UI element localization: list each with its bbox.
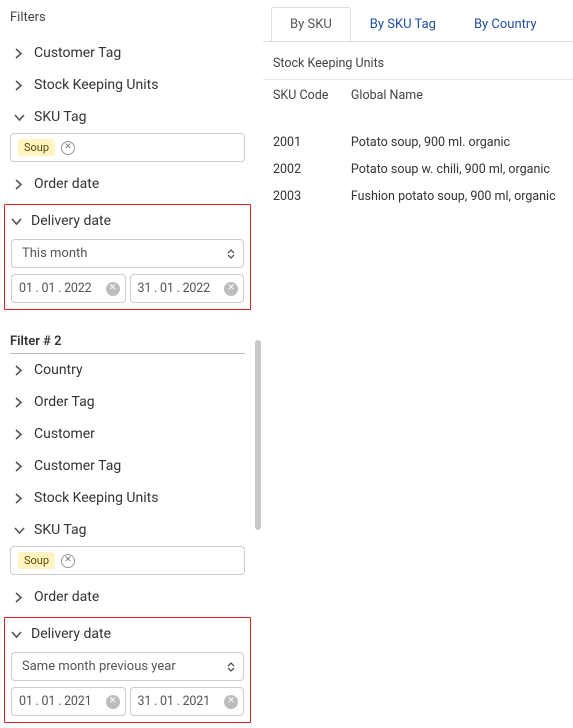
chevron-down-icon: [11, 630, 25, 639]
filter-section-2-header: Filter # 2: [10, 334, 245, 354]
filter-label: Country: [34, 362, 83, 378]
filter-customer-tag[interactable]: Customer Tag: [10, 37, 245, 69]
tag-chip-soup[interactable]: Soup: [18, 139, 55, 156]
filter-label: Delivery date: [31, 626, 111, 642]
delivery-date-highlight: Delivery date This month 01 . 01 . 2022 …: [4, 204, 251, 310]
filter-customer[interactable]: Customer: [10, 418, 245, 450]
select-caret-icon: [227, 249, 235, 259]
filter-label: SKU Tag: [34, 109, 86, 125]
filter-order-tag[interactable]: Order Tag: [10, 386, 245, 418]
table-row[interactable]: 2002 Potato soup w. chili, 900 ml, organ…: [263, 156, 573, 183]
filter-order-date[interactable]: Order date: [10, 168, 245, 200]
filters-title: Filters: [10, 10, 245, 25]
filter-country[interactable]: Country: [10, 354, 245, 386]
date-to-input[interactable]: 31 . 01 . 2022 ✕: [130, 274, 245, 303]
date-from-input-2[interactable]: 01 . 01 . 2021 ✕: [11, 687, 126, 716]
filter-label: Customer Tag: [34, 45, 121, 61]
date-value: 01 . 01 . 2021: [19, 694, 91, 709]
filter-customer-tag-2[interactable]: Customer Tag: [10, 450, 245, 482]
table-title: Stock Keeping Units: [263, 42, 573, 79]
main-panel: By SKU By SKU Tag By Country By Stock Ke…: [263, 0, 573, 728]
sku-tag-input-2[interactable]: Soup ✕: [10, 546, 245, 575]
col-sku-code[interactable]: SKU Code: [263, 80, 341, 130]
filter-label: Delivery date: [31, 213, 111, 229]
clear-icon[interactable]: ✕: [224, 695, 238, 709]
tabs-bar: By SKU By SKU Tag By Country By: [263, 6, 573, 42]
chevron-right-icon: [14, 461, 28, 472]
tab-by-country[interactable]: By Country: [455, 7, 556, 42]
table-header-row: SKU Code Global Name: [263, 80, 573, 130]
tab-by-sku[interactable]: By SKU: [271, 7, 351, 42]
date-value: 31 . 01 . 2021: [138, 694, 210, 709]
chevron-right-icon: [14, 48, 28, 59]
chevron-right-icon: [14, 493, 28, 504]
select-caret-icon: [227, 662, 235, 672]
tag-chip-soup-2[interactable]: Soup: [18, 552, 55, 569]
chevron-right-icon: [14, 397, 28, 408]
filter-label: Order Tag: [34, 394, 95, 410]
tab-by-sku-tag[interactable]: By SKU Tag: [351, 7, 455, 42]
select-value: Same month previous year: [22, 659, 176, 674]
filter-sku-tag-2[interactable]: SKU Tag: [10, 514, 245, 546]
filter-sku-2[interactable]: Stock Keeping Units: [10, 482, 245, 514]
chevron-down-icon: [14, 113, 28, 122]
filter-order-date-2[interactable]: Order date: [10, 581, 245, 613]
chevron-down-icon: [14, 526, 28, 535]
cell-code: 2003: [263, 183, 341, 210]
date-value: 31 . 01 . 2022: [138, 281, 210, 296]
table-row[interactable]: 2001 Potato soup, 900 ml. organic: [263, 129, 573, 156]
clear-icon[interactable]: ✕: [61, 141, 75, 155]
filter-delivery-date-2[interactable]: Delivery date: [11, 618, 244, 650]
cell-name: Potato soup w. chili, 900 ml, organic: [341, 156, 573, 183]
chevron-down-icon: [11, 217, 25, 226]
filters-sidebar: Filters Customer Tag Stock Keeping Units…: [0, 0, 255, 728]
cell-name: Fushion potato soup, 900 ml, organic: [341, 183, 573, 210]
select-value: This month: [22, 246, 87, 261]
cell-code: 2001: [263, 129, 341, 156]
sku-table: SKU Code Global Name 2001 Potato soup, 9…: [263, 79, 573, 210]
cell-name: Potato soup, 900 ml. organic: [341, 129, 573, 156]
filter-label: Stock Keeping Units: [34, 77, 158, 93]
filter-label: Stock Keeping Units: [34, 490, 158, 506]
delivery-date-highlight-2: Delivery date Same month previous year 0…: [4, 617, 251, 723]
filter-label: Customer Tag: [34, 458, 121, 474]
chevron-right-icon: [14, 179, 28, 190]
date-to-input-2[interactable]: 31 . 01 . 2021 ✕: [130, 687, 245, 716]
chevron-right-icon: [14, 365, 28, 376]
filter-sku[interactable]: Stock Keeping Units: [10, 69, 245, 101]
clear-icon[interactable]: ✕: [224, 282, 238, 296]
delivery-preset-select-2[interactable]: Same month previous year: [11, 652, 244, 681]
clear-icon[interactable]: ✕: [106, 695, 120, 709]
delivery-preset-select[interactable]: This month: [11, 239, 244, 268]
sidebar-scrollbar[interactable]: [255, 0, 263, 728]
chevron-right-icon: [14, 429, 28, 440]
date-value: 01 . 01 . 2022: [19, 281, 91, 296]
scroll-thumb[interactable]: [255, 340, 261, 530]
clear-icon[interactable]: ✕: [106, 282, 120, 296]
table-row[interactable]: 2003 Fushion potato soup, 900 ml, organi…: [263, 183, 573, 210]
chevron-right-icon: [14, 592, 28, 603]
filter-label: Order date: [34, 176, 99, 192]
date-from-input[interactable]: 01 . 01 . 2022 ✕: [11, 274, 126, 303]
clear-icon[interactable]: ✕: [61, 554, 75, 568]
filter-label: Order date: [34, 589, 99, 605]
col-global-name[interactable]: Global Name: [341, 80, 573, 130]
sku-tag-input[interactable]: Soup ✕: [10, 133, 245, 162]
tab-by-cutoff[interactable]: By: [556, 7, 573, 42]
filter-delivery-date[interactable]: Delivery date: [11, 205, 244, 237]
chevron-right-icon: [14, 80, 28, 91]
cell-code: 2002: [263, 156, 341, 183]
date-range-pair-2: 01 . 01 . 2021 ✕ 31 . 01 . 2021 ✕: [11, 687, 244, 716]
filter-label: Customer: [34, 426, 95, 442]
filter-label: SKU Tag: [34, 522, 86, 538]
filter-sku-tag[interactable]: SKU Tag: [10, 101, 245, 133]
date-range-pair: 01 . 01 . 2022 ✕ 31 . 01 . 2022 ✕: [11, 274, 244, 303]
